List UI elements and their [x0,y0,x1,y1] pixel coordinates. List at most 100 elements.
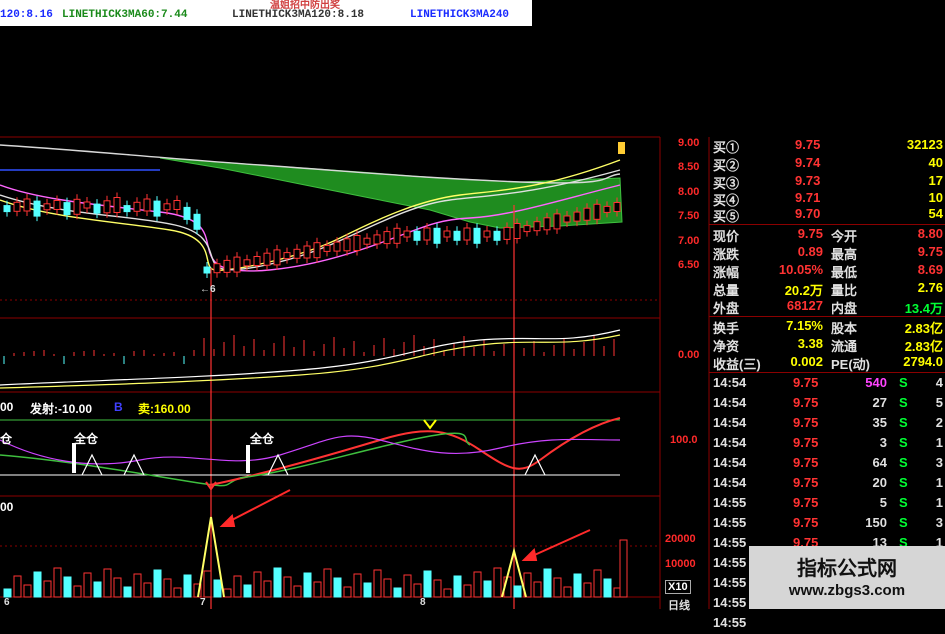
candle-body [63,202,71,216]
volume-axis-label: 10000 [665,558,696,570]
ma-legend-bar: 120:8.16 LINETHICK3MA60:7.44 LINETHICK3M… [0,0,532,26]
tick-side: S [899,455,908,470]
volume-bar [393,587,402,598]
tick-volume: 35 [872,415,887,430]
tick-price: 9.75 [793,395,819,410]
stat-value: 7.15% [786,318,823,333]
tick-price: 9.75 [793,495,819,510]
tick-price: 9.75 [793,475,819,490]
volume-bar [203,570,212,598]
stat-label: 最低 [831,265,858,280]
volume-bar [373,569,382,598]
volume-bar [463,584,472,598]
tick-price: 9.75 [793,375,819,390]
candle-body [293,248,301,259]
tick-row: 14:54 9.75 35 S 2 [709,413,945,434]
volume-bar [273,567,282,598]
candle-body [473,227,481,244]
volume-bar [63,576,72,598]
tick-count: 2 [935,415,943,430]
candle-body [403,230,411,238]
stat-label: 净资 [713,339,740,354]
bid-price: 9.73 [795,173,821,188]
bid-label: 买① [713,140,740,155]
stat-value: 20.2万 [784,283,823,298]
candle-body [303,245,311,259]
macd-axis-label: 0.00 [678,349,700,361]
tick-time: 14:54 [713,415,747,430]
tick-side: S [899,495,908,510]
candle-body [513,223,521,239]
volume-bar [453,575,462,598]
stat-value: 8.69 [917,262,943,277]
tick-count: 1 [935,475,943,490]
stat-value: 2794.0 [903,354,943,369]
candle-body [173,200,181,210]
signal-sell-value: 卖:160.00 [138,402,191,416]
volume-bar [153,569,162,598]
last-candle [618,142,625,154]
stat-label: 收益(三) [713,357,761,372]
tick-row: 14:55 9.75 5S 1 [709,493,945,514]
stat-value: 0.89 [797,244,823,259]
volume-bar [3,588,12,598]
volume-bar [573,573,582,598]
tick-row: 14:54 9.75 540 S 4 [709,373,945,394]
volume-bar [243,584,252,598]
candle-body [193,213,201,230]
candle-body [93,203,101,214]
bid-row: 买⑤ 9.70 54 [709,206,945,225]
candle-body [453,230,461,241]
candle-body [273,249,281,266]
price-axis-label: 6.50 [678,259,700,271]
candle-body [113,197,121,213]
tick-row: 14:54 9.75 64 S 3 [709,453,945,474]
candle-body [123,205,131,213]
stat-label: 内盘 [831,301,858,316]
candle-body [613,202,621,212]
stat-value: 2.83亿 [904,339,943,354]
candle-body [53,200,61,210]
volume-bar [403,574,412,598]
tick-count: 5 [935,395,943,410]
candle-body [333,241,341,252]
volume-bar [13,575,22,598]
stat-value: 2.83亿 [904,321,943,336]
bid-label: 买② [713,158,740,173]
candle-body [183,206,191,220]
volume-bar [493,567,502,598]
volume-bar [363,582,372,598]
candle-body [143,198,151,212]
volume-bar [113,577,122,598]
volume-bar [533,581,542,598]
bid-qty: 54 [928,206,943,221]
bid-qty: 40 [928,155,943,170]
tick-price: 9.75 [793,415,819,430]
volume-bar [513,585,522,598]
bid-qty: 10 [928,190,943,205]
volume-bar [213,579,222,598]
stat-label: PE(动) [831,357,871,372]
candle-body [423,227,431,241]
bid-price: 9.71 [795,190,821,205]
stat-label: 最高 [831,247,858,262]
volume-bar [103,568,112,598]
volume-bar [83,572,92,598]
stat-row: 外盘 68127 内盘 13.4万 [709,298,945,317]
candle-body [463,227,471,241]
date-label: 7 [200,597,206,608]
period-tab[interactable]: 日线 [668,597,690,613]
volume-bar [619,539,628,598]
stat-value: 13.4万 [904,301,943,316]
candle-body [383,231,391,245]
candle-body [343,238,351,252]
candle-body [563,215,571,223]
tick-time: 14:55 [713,495,747,510]
stat-label: 外盘 [713,301,740,316]
volume-bar [483,580,492,598]
tick-time: 14:54 [713,375,747,390]
candle-body [83,201,91,209]
volume-bar [33,571,42,598]
volume-scale-label: X10 [665,580,691,594]
macd-lines [0,329,621,389]
